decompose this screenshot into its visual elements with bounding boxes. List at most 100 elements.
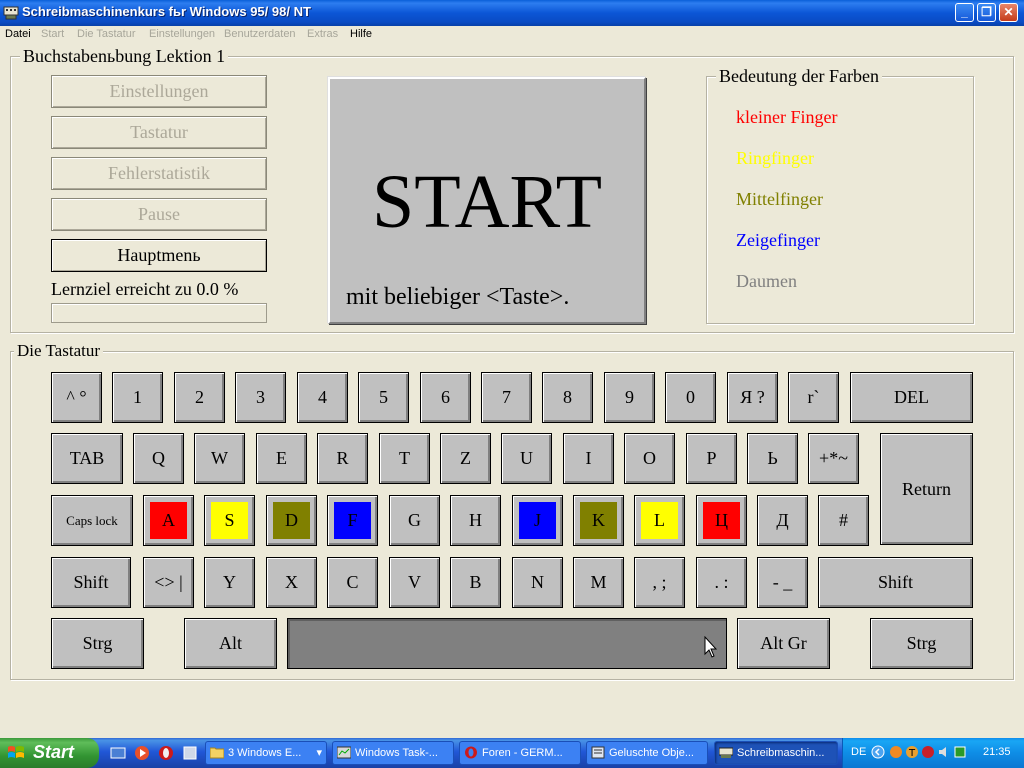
key-oe[interactable]: Ц: [696, 495, 747, 546]
tray-t-icon[interactable]: T: [905, 745, 919, 759]
key-i[interactable]: I: [563, 433, 614, 484]
title-bar[interactable]: Schreibmaschinenkurs fьr Windows 95/ 98/…: [0, 0, 1024, 26]
key-plus[interactable]: +*~: [808, 433, 859, 484]
key-n[interactable]: N: [512, 557, 563, 608]
media-player-icon[interactable]: [134, 745, 150, 761]
key-b[interactable]: B: [450, 557, 501, 608]
taskbar-item-deleted-objects[interactable]: Geluschte Obje...: [586, 741, 708, 765]
close-button[interactable]: ✕: [999, 3, 1018, 22]
menu-hilfe[interactable]: Hilfe: [350, 28, 372, 40]
legend-ring-finger: Ringfinger: [736, 148, 814, 168]
minimize-button[interactable]: _: [955, 3, 974, 22]
key-7[interactable]: 7: [481, 372, 532, 423]
key-9[interactable]: 9: [604, 372, 655, 423]
error-statistics-button[interactable]: Fehlerstatistik: [51, 157, 267, 190]
key-sharp-s[interactable]: Я ?: [727, 372, 778, 423]
main-menu-button[interactable]: Hauptmenь: [51, 239, 267, 272]
key-t[interactable]: T: [379, 433, 430, 484]
key-shift-right[interactable]: Shift: [818, 557, 973, 608]
tray-orange-icon[interactable]: [889, 745, 903, 759]
show-desktop-icon[interactable]: [110, 745, 126, 761]
key-m[interactable]: M: [573, 557, 624, 608]
key-d[interactable]: D: [266, 495, 317, 546]
key-u[interactable]: U: [501, 433, 552, 484]
key-hash[interactable]: #: [818, 495, 869, 546]
key-8[interactable]: 8: [542, 372, 593, 423]
menu-start[interactable]: Start: [41, 28, 64, 40]
key-1[interactable]: 1: [112, 372, 163, 423]
key-ue[interactable]: Ь: [747, 433, 798, 484]
keyboard-button[interactable]: Tastatur: [51, 116, 267, 149]
key-alt[interactable]: Alt: [184, 618, 277, 669]
close-icon: ✕: [1003, 5, 1014, 19]
key-r[interactable]: R: [317, 433, 368, 484]
menu-einstellungen[interactable]: Einstellungen: [149, 28, 215, 40]
key-j[interactable]: J: [512, 495, 563, 546]
settings-button[interactable]: Einstellungen: [51, 75, 267, 108]
restore-button[interactable]: ❐: [977, 3, 996, 22]
menu-extras[interactable]: Extras: [307, 28, 338, 40]
key-e[interactable]: E: [256, 433, 307, 484]
taskbar-item-label: Schreibmaschin...: [737, 747, 825, 759]
key-q[interactable]: Q: [133, 433, 184, 484]
key-z[interactable]: Z: [440, 433, 491, 484]
key-6[interactable]: 6: [420, 372, 471, 423]
key-shift-left[interactable]: Shift: [51, 557, 131, 608]
key-angle-brackets[interactable]: <> |: [143, 557, 194, 608]
key-space[interactable]: [287, 618, 727, 669]
key-ctrl-left[interactable]: Strg: [51, 618, 144, 669]
opera-launch-icon[interactable]: [158, 745, 174, 761]
key-p[interactable]: P: [686, 433, 737, 484]
key-o[interactable]: O: [624, 433, 675, 484]
key-del[interactable]: DEL: [850, 372, 973, 423]
key-y[interactable]: Y: [204, 557, 255, 608]
key-f[interactable]: F: [327, 495, 378, 546]
key-2[interactable]: 2: [174, 372, 225, 423]
language-indicator[interactable]: DE: [851, 746, 866, 758]
key-k[interactable]: K: [573, 495, 624, 546]
quick-launch-icon[interactable]: [182, 745, 198, 761]
key-period[interactable]: . :: [696, 557, 747, 608]
key-ae[interactable]: Д: [757, 495, 808, 546]
key-v[interactable]: V: [389, 557, 440, 608]
key-4[interactable]: 4: [297, 372, 348, 423]
key-l[interactable]: L: [634, 495, 685, 546]
taskbar-item-task-manager[interactable]: Windows Task-...: [332, 741, 454, 765]
key-circumflex[interactable]: ^ °: [51, 372, 102, 423]
key-0[interactable]: 0: [665, 372, 716, 423]
tray-expand-icon[interactable]: [871, 745, 885, 759]
key-minus[interactable]: - _: [757, 557, 808, 608]
pause-button[interactable]: Pause: [51, 198, 267, 231]
clock: 21:35: [983, 746, 1011, 758]
taskbar-item-opera[interactable]: Foren - GERM...: [459, 741, 581, 765]
taskbar-item-explorer[interactable]: 3 Windows E... ▾: [205, 741, 327, 765]
key-h[interactable]: H: [450, 495, 501, 546]
key-c[interactable]: C: [327, 557, 378, 608]
key-caps-lock[interactable]: Caps lock: [51, 495, 133, 546]
key-g[interactable]: G: [389, 495, 440, 546]
window-title: Schreibmaschinenkurs fьr Windows 95/ 98/…: [22, 4, 311, 19]
key-x[interactable]: X: [266, 557, 317, 608]
key-w[interactable]: W: [194, 433, 245, 484]
legend-title: Bedeutung der Farben: [716, 66, 882, 87]
key-comma[interactable]: , ;: [634, 557, 685, 608]
tray-speaker-icon[interactable]: [937, 745, 951, 759]
app-icon[interactable]: [3, 4, 19, 20]
key-ctrl-right[interactable]: Strg: [870, 618, 973, 669]
menu-datei[interactable]: Datei: [5, 28, 31, 40]
key-5[interactable]: 5: [358, 372, 409, 423]
key-alt-gr[interactable]: Alt Gr: [737, 618, 830, 669]
key-3[interactable]: 3: [235, 372, 286, 423]
key-s[interactable]: S: [204, 495, 255, 546]
start-button[interactable]: Start: [0, 738, 99, 768]
key-a[interactable]: A: [143, 495, 194, 546]
taskbar-item-typing-course[interactable]: Schreibmaschin...: [714, 741, 838, 765]
menu-benutzerdaten[interactable]: Benutzerdaten: [224, 28, 296, 40]
start-panel[interactable]: START mit beliebiger <Taste>.: [328, 77, 646, 324]
menu-die-tastatur[interactable]: Die Tastatur: [77, 28, 136, 40]
key-accent[interactable]: r`: [788, 372, 839, 423]
key-tab[interactable]: TAB: [51, 433, 123, 484]
tray-red-icon[interactable]: [921, 745, 935, 759]
key-return[interactable]: Return: [880, 433, 973, 545]
tray-green-icon[interactable]: [953, 745, 967, 759]
